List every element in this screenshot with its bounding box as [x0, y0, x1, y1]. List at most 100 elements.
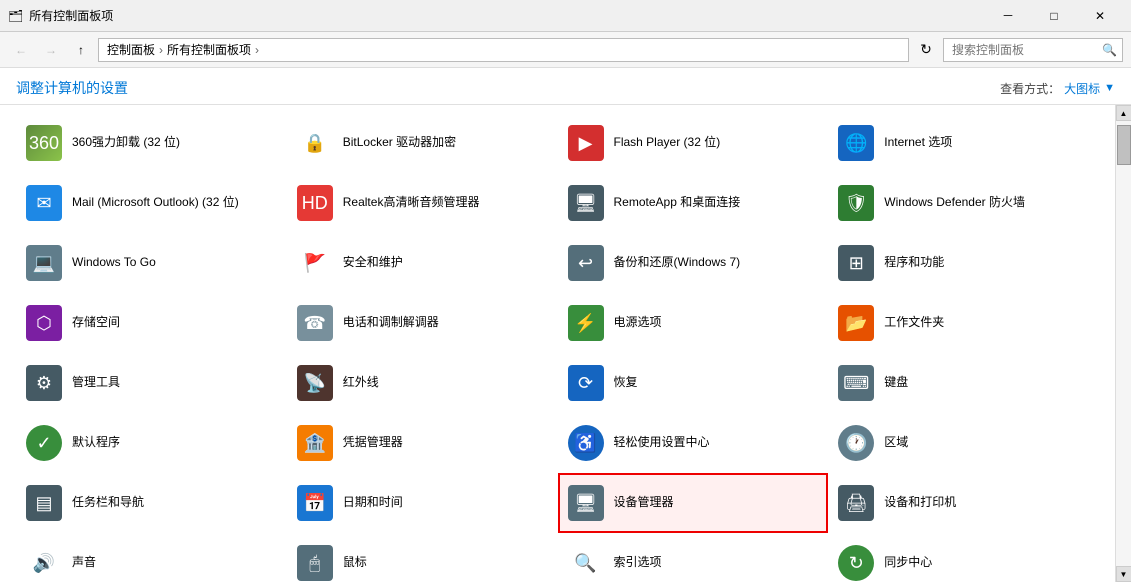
scroll-track: [1116, 121, 1131, 566]
scroll-up-button[interactable]: ▲: [1116, 105, 1131, 121]
refresh-button[interactable]: ↻: [913, 37, 939, 63]
path-arrow: ›: [159, 43, 163, 57]
window-title: 所有控制面板项: [29, 7, 113, 24]
item-icon-item-defender: 🛡: [836, 183, 876, 223]
item-icon-item-storage: ⬡: [24, 303, 64, 343]
item-label-item-keyboard: 键盘: [884, 375, 908, 391]
grid-item-item-default[interactable]: ✓ 默认程序: [16, 413, 287, 473]
address-path[interactable]: 控制面板 › 所有控制面板项 ›: [98, 38, 909, 62]
grid-item-item-wintogo[interactable]: 💻Windows To Go: [16, 233, 287, 293]
scroll-down-button[interactable]: ▼: [1116, 566, 1131, 582]
item-icon-item-sound: 🔊: [24, 543, 64, 582]
grid-item-item-region[interactable]: 🕐区域: [828, 413, 1099, 473]
grid-item-item-flash[interactable]: ▶Flash Player (32 位): [558, 113, 829, 173]
grid-item-item-storage[interactable]: ⬡ 存储空间: [16, 293, 287, 353]
item-label-item-default: 默认程序: [72, 435, 120, 451]
close-button[interactable]: ✕: [1077, 0, 1123, 32]
grid-item-item-ir[interactable]: 📡红外线: [287, 353, 558, 413]
item-icon-item-mouse: 🖱: [295, 543, 335, 582]
grid-item-item-recovery[interactable]: ⟳ 恢复: [558, 353, 829, 413]
grid-item-item-workfolder[interactable]: 📂工作文件夹: [828, 293, 1099, 353]
item-icon-item-flash: ▶: [566, 123, 606, 163]
item-icon-item-phone: ☎: [295, 303, 335, 343]
path-arrow2: ›: [255, 43, 259, 57]
grid-item-item-programs[interactable]: ⊞程序和功能: [828, 233, 1099, 293]
item-label-item-deviceprint: 设备和打印机: [884, 495, 956, 511]
minimize-button[interactable]: －: [985, 0, 1031, 32]
grid-item-item-mouse[interactable]: 🖱 鼠标: [287, 533, 558, 582]
grid-item-item-internet[interactable]: 🌐Internet 选项: [828, 113, 1099, 173]
items-grid: 360360强力卸载 (32 位)🔒BitLocker 驱动器加密▶Flash …: [16, 113, 1099, 582]
view-label: 查看方式：: [1000, 80, 1060, 97]
item-label-item-manage: 管理工具: [72, 375, 120, 391]
item-icon-item-keyboard: ⌨: [836, 363, 876, 403]
grid-item-item-backup[interactable]: ↩ 备份和还原(Windows 7): [558, 233, 829, 293]
item-icon-item-360: 360: [24, 123, 64, 163]
grid-item-item-realtek[interactable]: HDRealtek高清晰音频管理器: [287, 173, 558, 233]
item-icon-item-bitlocker: 🔒: [295, 123, 335, 163]
grid-item-item-sync[interactable]: ↻同步中心: [828, 533, 1099, 582]
item-icon-item-default: ✓: [24, 423, 64, 463]
item-icon-item-sync: ↻: [836, 543, 876, 582]
item-label-item-credential: 凭据管理器: [343, 435, 403, 451]
item-label-item-search: 索引选项: [614, 555, 662, 571]
grid-item-item-mail[interactable]: ✉Mail (Microsoft Outlook) (32 位): [16, 173, 287, 233]
item-label-item-remoteapp: RemoteApp 和桌面连接: [614, 195, 741, 211]
item-icon-item-deviceprint: 🖨: [836, 483, 876, 523]
item-icon-item-recovery: ⟳: [566, 363, 606, 403]
grid-item-item-security[interactable]: 🚩 安全和维护: [287, 233, 558, 293]
grid-item-item-devmgr[interactable]: 🖥设备管理器: [558, 473, 829, 533]
item-icon-item-wintogo: 💻: [24, 243, 64, 283]
maximize-button[interactable]: □: [1031, 0, 1077, 32]
item-icon-item-backup: ↩: [566, 243, 606, 283]
item-label-item-mail: Mail (Microsoft Outlook) (32 位): [72, 195, 239, 211]
item-label-item-backup: 备份和还原(Windows 7): [614, 255, 741, 271]
search-icon: 🔍: [1102, 43, 1117, 57]
view-dropdown-icon[interactable]: ▼: [1104, 82, 1115, 94]
grid-item-item-date[interactable]: 📅日期和时间: [287, 473, 558, 533]
item-label-item-security: 安全和维护: [343, 255, 403, 271]
item-label-item-recovery: 恢复: [614, 375, 638, 391]
item-icon-item-power: ⚡: [566, 303, 606, 343]
scrollbar: ▲ ▼: [1115, 105, 1131, 582]
page-title: 调整计算机的设置: [16, 78, 128, 98]
grid-item-item-keyboard[interactable]: ⌨ 键盘: [828, 353, 1099, 413]
path-current: 所有控制面板项: [167, 41, 251, 58]
grid-item-item-ease[interactable]: ♿轻松使用设置中心: [558, 413, 829, 473]
grid-item-item-deviceprint[interactable]: 🖨 设备和打印机: [828, 473, 1099, 533]
grid-item-item-bitlocker[interactable]: 🔒BitLocker 驱动器加密: [287, 113, 558, 173]
grid-item-item-power[interactable]: ⚡电源选项: [558, 293, 829, 353]
item-label-item-sound: 声音: [72, 555, 96, 571]
grid-container: 360360强力卸载 (32 位)🔒BitLocker 驱动器加密▶Flash …: [0, 105, 1131, 582]
item-label-item-taskbar: 任务栏和导航: [72, 495, 144, 511]
item-icon-item-manage: ⚙: [24, 363, 64, 403]
grid-item-item-defender[interactable]: 🛡Windows Defender 防火墙: [828, 173, 1099, 233]
view-mode-selector: 查看方式： 大图标 ▼: [1000, 80, 1115, 97]
item-icon-item-programs: ⊞: [836, 243, 876, 283]
item-icon-item-credential: 🏦: [295, 423, 335, 463]
item-label-item-region: 区域: [884, 435, 908, 451]
item-label-item-ir: 红外线: [343, 375, 379, 391]
item-icon-item-security: 🚩: [295, 243, 335, 283]
back-button[interactable]: ←: [8, 37, 34, 63]
up-button[interactable]: ↑: [68, 37, 94, 63]
grid-main: 360360强力卸载 (32 位)🔒BitLocker 驱动器加密▶Flash …: [0, 105, 1115, 582]
scroll-thumb[interactable]: [1117, 125, 1131, 165]
item-icon-item-remoteapp: 🖥: [566, 183, 606, 223]
item-label-item-storage: 存储空间: [72, 315, 120, 331]
grid-item-item-sound[interactable]: 🔊 声音: [16, 533, 287, 582]
grid-item-item-search[interactable]: 🔍索引选项: [558, 533, 829, 582]
search-container: 🔍: [943, 38, 1123, 62]
grid-item-item-phone[interactable]: ☎电话和调制解调器: [287, 293, 558, 353]
view-mode-link[interactable]: 大图标: [1064, 80, 1100, 97]
grid-item-item-credential[interactable]: 🏦 凭据管理器: [287, 413, 558, 473]
grid-item-item-manage[interactable]: ⚙ 管理工具: [16, 353, 287, 413]
title-bar: 🗂 所有控制面板项 － □ ✕: [0, 0, 1131, 32]
item-label-item-workfolder: 工作文件夹: [884, 315, 944, 331]
forward-button[interactable]: →: [38, 37, 64, 63]
grid-item-item-taskbar[interactable]: ▤任务栏和导航: [16, 473, 287, 533]
item-label-item-mouse: 鼠标: [343, 555, 367, 571]
search-input[interactable]: [943, 38, 1123, 62]
grid-item-item-remoteapp[interactable]: 🖥 RemoteApp 和桌面连接: [558, 173, 829, 233]
grid-item-item-360[interactable]: 360360强力卸载 (32 位): [16, 113, 287, 173]
